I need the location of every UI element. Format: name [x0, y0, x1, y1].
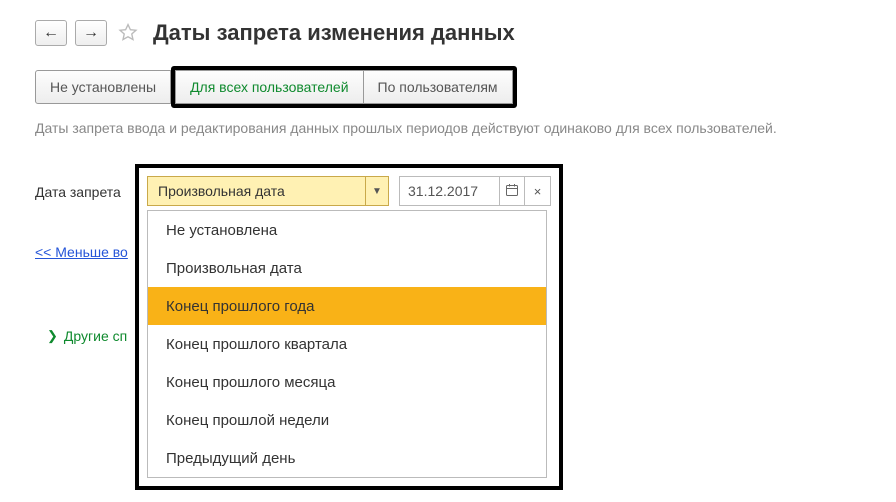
arrow-left-icon: ← [43, 24, 59, 42]
dropdown-option[interactable]: Предыдущий день [148, 439, 546, 477]
arrow-right-icon: → [83, 24, 99, 42]
calendar-button[interactable] [499, 176, 525, 206]
description-text: Даты запрета ввода и редактирования данн… [35, 120, 861, 136]
tab-not-set[interactable]: Не установлены [35, 70, 171, 104]
forward-button[interactable]: → [75, 20, 107, 46]
ban-date-input[interactable] [399, 176, 499, 206]
less-options-link[interactable]: << Меньше во [35, 244, 128, 260]
other-ways-label: Другие сп [64, 328, 127, 344]
ban-mode-dropdown-button[interactable]: ▼ [365, 176, 389, 206]
dropdown-option[interactable]: Конец прошлой недели [148, 401, 546, 439]
chevron-right-icon: ❯ [47, 328, 58, 344]
page-title: Даты запрета изменения данных [153, 20, 515, 46]
back-button[interactable]: ← [35, 20, 67, 46]
tab-all-users[interactable]: Для всех пользователей [175, 70, 363, 104]
close-icon: × [534, 184, 542, 199]
ban-mode-input[interactable] [147, 176, 365, 206]
clear-date-button[interactable]: × [525, 176, 551, 206]
dropdown-option[interactable]: Произвольная дата [148, 249, 546, 287]
dropdown-option[interactable]: Конец прошлого месяца [148, 363, 546, 401]
dropdown-option[interactable]: Конец прошлого года [148, 287, 546, 325]
ban-mode-combo[interactable]: ▼ [147, 176, 389, 206]
dropdown-option[interactable]: Не установлена [148, 211, 546, 249]
calendar-icon [505, 183, 519, 200]
dropdown-option[interactable]: Конец прошлого квартала [148, 325, 546, 363]
tab-by-users[interactable]: По пользователям [364, 70, 513, 104]
ban-date-group: × [399, 176, 551, 206]
favorite-star-icon[interactable] [117, 22, 139, 44]
chevron-down-icon: ▼ [372, 186, 382, 197]
tabs-highlight-frame: Для всех пользователей По пользователям [171, 66, 516, 108]
date-controls-highlight-frame: ▼ × Не установленаПроизвольная датаКонец… [135, 164, 563, 490]
date-ban-label: Дата запрета [35, 184, 121, 200]
other-ways-toggle[interactable]: ❯ Другие сп [47, 328, 127, 344]
ban-mode-dropdown-list: Не установленаПроизвольная датаКонец про… [147, 210, 547, 478]
